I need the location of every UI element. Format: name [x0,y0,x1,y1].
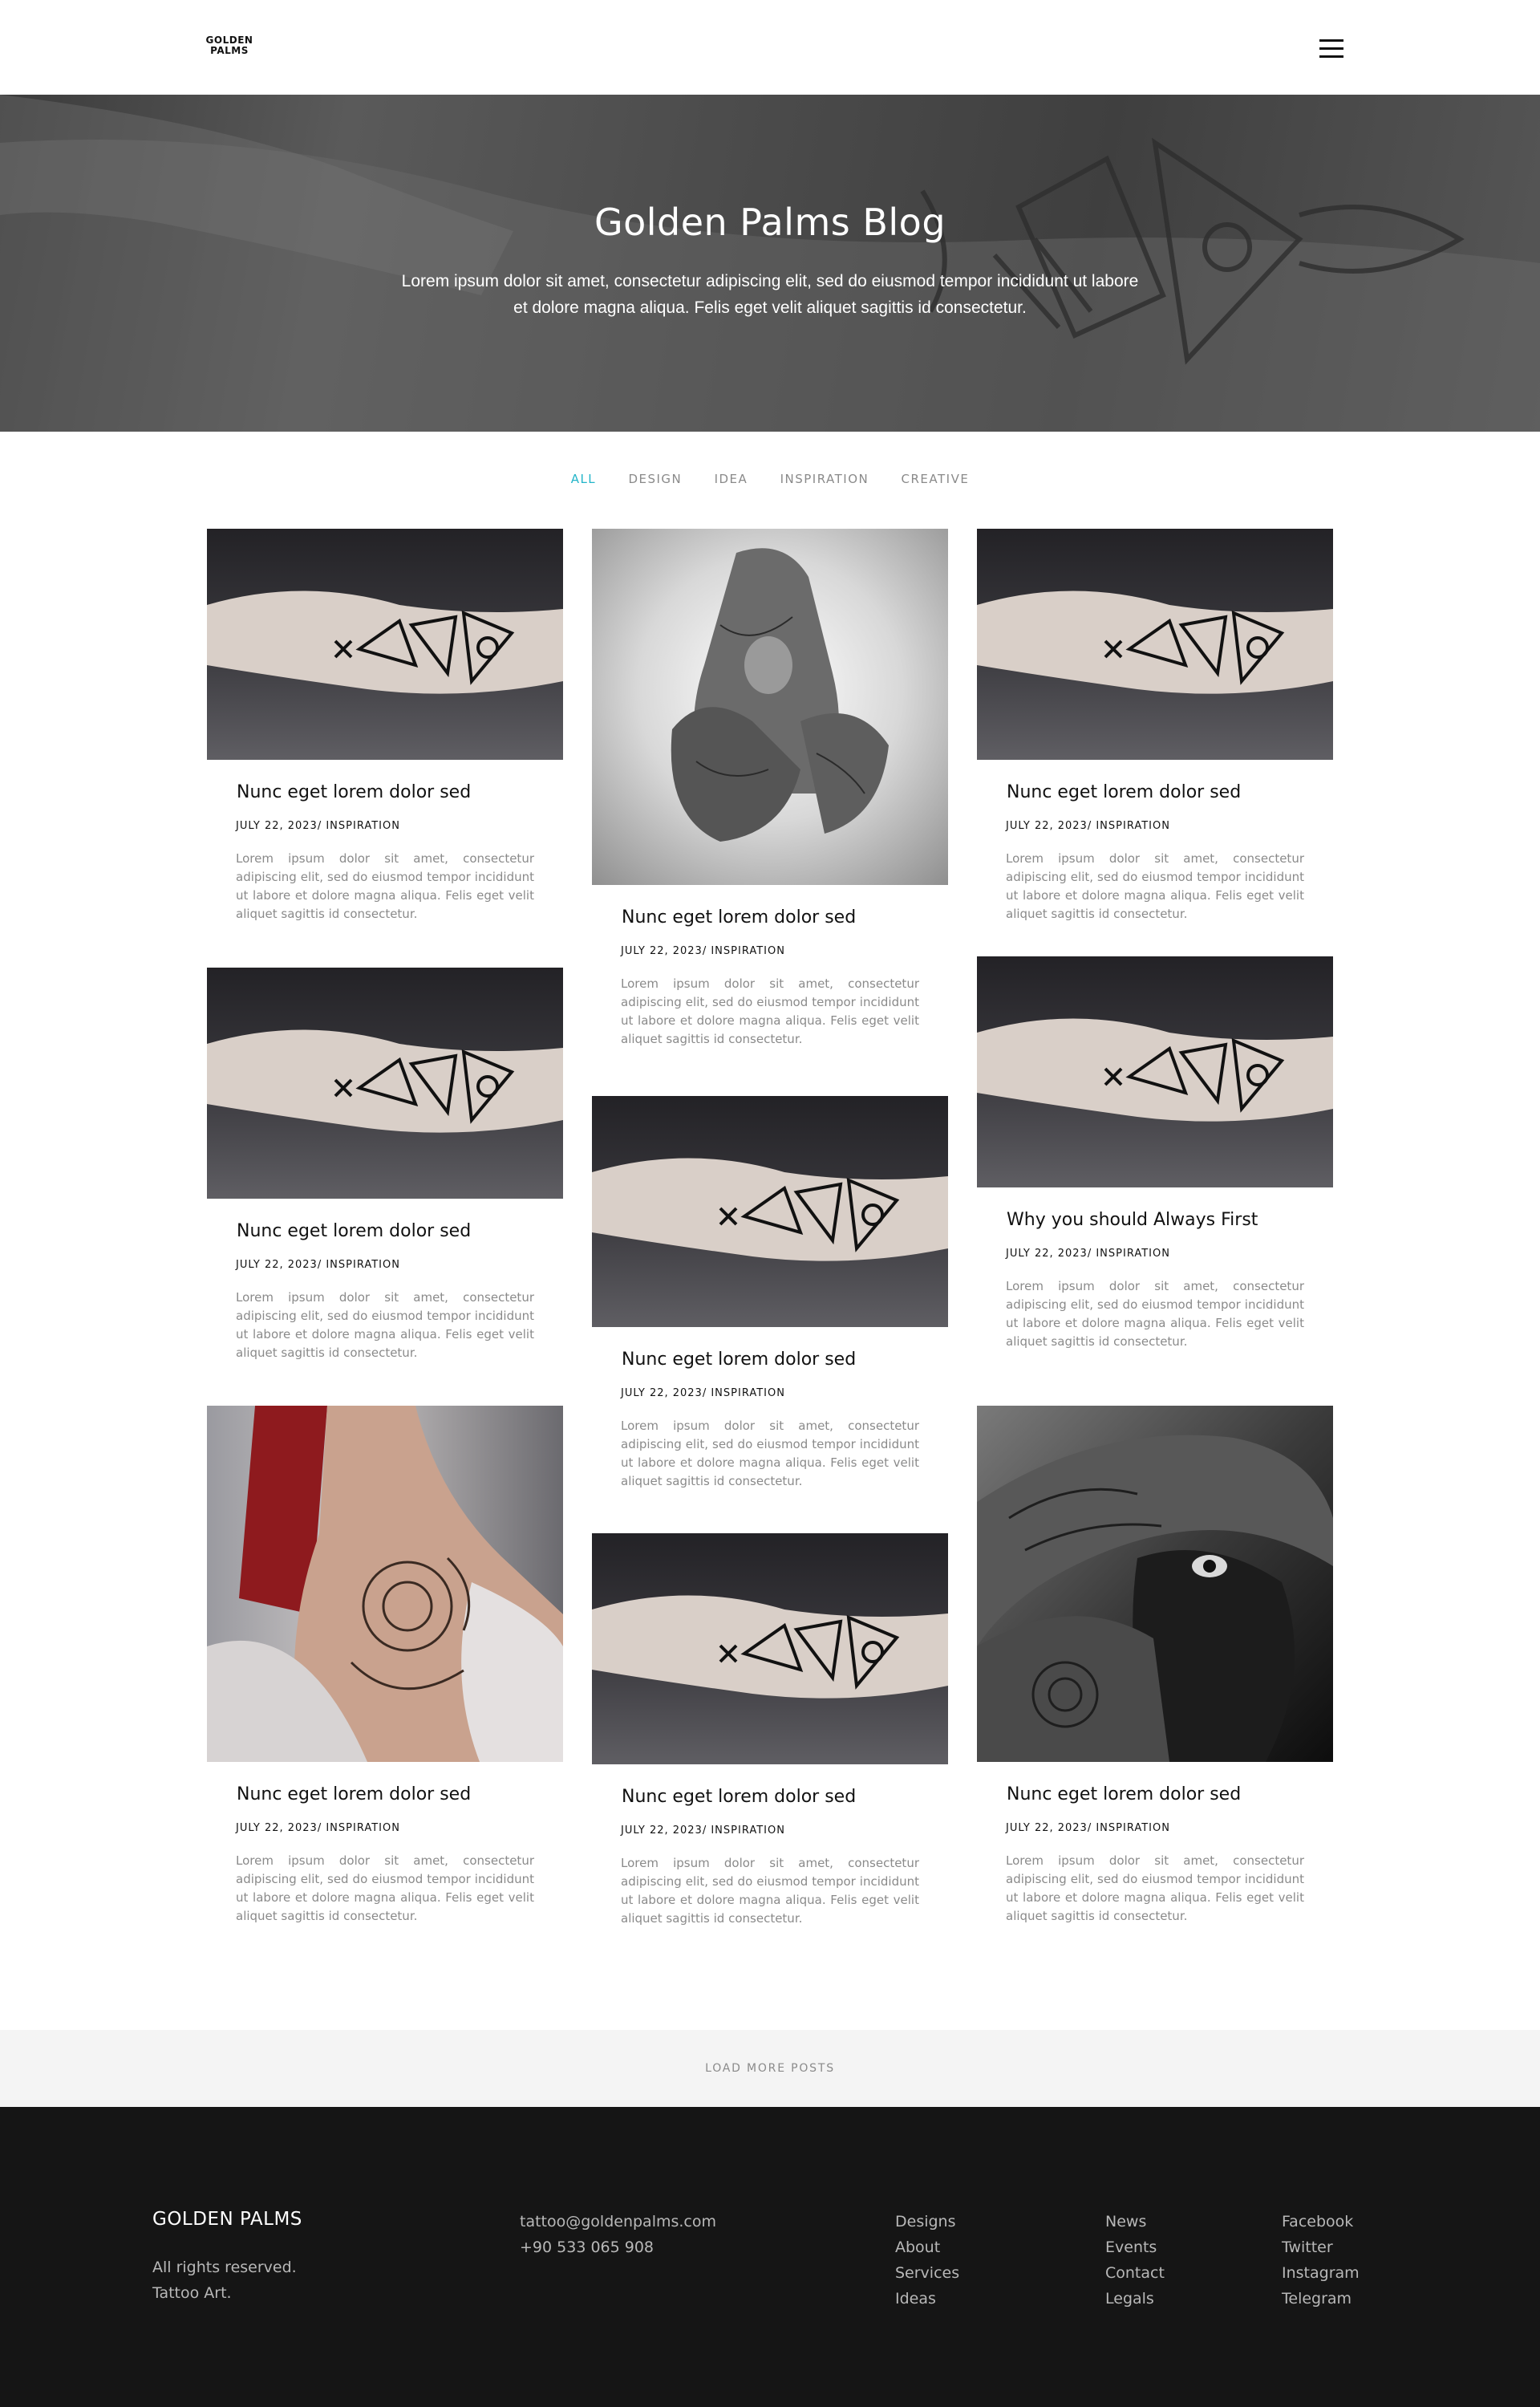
post-excerpt: Lorem ipsum dolor sit amet, consectetur … [1006,1853,1304,1923]
tattooed-man-portrait-image[interactable] [977,1406,1333,1762]
post-title[interactable]: Nunc eget lorem dolor sed [622,907,919,927]
blog-post-card[interactable]: Nunc eget lorem dolor sed JULY 22, 2023/… [207,968,563,1362]
post-meta: JULY 22, 2023/ INSPIRATION [1006,820,1170,832]
post-title[interactable]: Nunc eget lorem dolor sed [1007,1784,1304,1804]
post-excerpt: Lorem ipsum dolor sit amet, consectetur … [1006,851,1304,921]
hamburger-menu-icon[interactable] [1319,39,1343,59]
blog-post-card[interactable]: Nunc eget lorem dolor sed JULY 22, 2023/… [592,1096,948,1491]
post-excerpt: Lorem ipsum dolor sit amet, consectetur … [621,1419,919,1488]
footer-link-ideas[interactable]: Ideas [895,2286,959,2312]
post-meta: JULY 22, 2023/ INSPIRATION [236,1822,400,1834]
footer-links-col-3: Facebook Twitter Instagram Telegram [1282,2209,1360,2312]
footer-link-services[interactable]: Services [895,2260,959,2286]
footer-link-facebook[interactable]: Facebook [1282,2209,1360,2234]
footer-links-col-1: Designs About Services Ideas [895,2209,959,2312]
hero-subtitle: Lorem ipsum dolor sit amet, consectetur … [401,272,1139,317]
post-title[interactable]: Nunc eget lorem dolor sed [622,1787,919,1807]
site-header: GOLDEN PALMS [0,0,1540,95]
filter-tab-inspiration[interactable]: INSPIRATION [780,472,869,486]
post-meta: JULY 22, 2023/ INSPIRATION [621,1825,785,1837]
post-meta: JULY 22, 2023/ INSPIRATION [236,1259,400,1271]
post-title[interactable]: Nunc eget lorem dolor sed [237,1221,534,1241]
post-excerpt: Lorem ipsum dolor sit amet, consectetur … [621,976,919,1046]
footer-phone-link[interactable]: +90 533 065 908 [520,2234,716,2260]
tattooed-arms-portrait-image[interactable] [592,529,948,885]
post-title[interactable]: Nunc eget lorem dolor sed [1007,782,1304,802]
filter-tab-design[interactable]: DESIGN [628,472,682,486]
footer-contact: tattoo@goldenpalms.com +90 533 065 908 [520,2209,716,2260]
post-excerpt: Lorem ipsum dolor sit amet, consectetur … [236,1290,534,1360]
footer-rights-line-2: Tattoo Art. [152,2284,232,2302]
footer-link-designs[interactable]: Designs [895,2209,959,2234]
blog-post-card[interactable]: Why you should Always First JULY 22, 202… [977,956,1333,1351]
post-meta: JULY 22, 2023/ INSPIRATION [236,820,400,832]
footer-link-telegram[interactable]: Telegram [1282,2286,1360,2312]
footer-link-about[interactable]: About [895,2234,959,2260]
forearm-tattoo-image[interactable] [207,968,563,1199]
footer-link-news[interactable]: News [1105,2209,1165,2234]
post-meta: JULY 22, 2023/ INSPIRATION [1006,1248,1170,1260]
footer-links-col-2: News Events Contact Legals [1105,2209,1165,2312]
forearm-tattoo-image[interactable] [207,529,563,760]
filter-tab-all[interactable]: ALL [571,472,596,486]
blog-post-card[interactable]: Nunc eget lorem dolor sed JULY 22, 2023/… [592,529,948,1049]
load-more-button[interactable]: LOAD MORE POSTS [705,2062,835,2075]
footer-rights: All rights reserved. Tattoo Art. [152,2255,297,2306]
forearm-tattoo-image[interactable] [592,1096,948,1327]
post-title[interactable]: Why you should Always First [1007,1210,1304,1230]
post-excerpt: Lorem ipsum dolor sit amet, consectetur … [236,1853,534,1923]
forearm-tattoo-image[interactable] [592,1533,948,1764]
blog-post-card[interactable]: Nunc eget lorem dolor sed JULY 22, 2023/… [592,1533,948,1928]
footer-rights-line-1: All rights reserved. [152,2259,297,2276]
post-excerpt: Lorem ipsum dolor sit amet, consectetur … [621,1856,919,1926]
shoulder-rose-tattoo-image[interactable] [207,1406,563,1762]
post-meta: JULY 22, 2023/ INSPIRATION [1006,1822,1170,1834]
site-footer: GOLDEN PALMS All rights reserved. Tattoo… [0,2107,1540,2407]
category-filter-tabs: ALL DESIGN IDEA INSPIRATION CREATIVE [0,472,1540,486]
post-meta: JULY 22, 2023/ INSPIRATION [621,945,785,957]
blog-post-card[interactable]: Nunc eget lorem dolor sed JULY 22, 2023/… [977,1406,1333,1926]
post-title[interactable]: Nunc eget lorem dolor sed [237,1784,534,1804]
post-title[interactable]: Nunc eget lorem dolor sed [622,1350,919,1370]
filter-tab-idea[interactable]: IDEA [715,472,748,486]
load-more-bar: LOAD MORE POSTS [0,2030,1540,2107]
site-logo[interactable]: GOLDEN PALMS [204,35,255,56]
forearm-tattoo-image[interactable] [977,956,1333,1187]
footer-brand: GOLDEN PALMS [152,2209,302,2230]
page-title: Golden Palms Blog [594,201,946,244]
footer-link-twitter[interactable]: Twitter [1282,2234,1360,2260]
post-excerpt: Lorem ipsum dolor sit amet, consectetur … [236,851,534,921]
footer-link-instagram[interactable]: Instagram [1282,2260,1360,2286]
blog-post-card[interactable]: Nunc eget lorem dolor sed JULY 22, 2023/… [977,529,1333,923]
footer-link-legals[interactable]: Legals [1105,2286,1165,2312]
footer-link-contact[interactable]: Contact [1105,2260,1165,2286]
logo-line-2: PALMS [210,45,249,56]
footer-email-link[interactable]: tattoo@goldenpalms.com [520,2209,716,2234]
hero-banner: Golden Palms Blog Lorem ipsum dolor sit … [0,95,1540,432]
hero-tattoo-arm-image [0,95,1540,432]
forearm-tattoo-image[interactable] [977,529,1333,760]
post-title[interactable]: Nunc eget lorem dolor sed [237,782,534,802]
blog-post-card[interactable]: Nunc eget lorem dolor sed JULY 22, 2023/… [207,1406,563,1926]
post-meta: JULY 22, 2023/ INSPIRATION [621,1387,785,1399]
filter-tab-creative[interactable]: CREATIVE [902,472,970,486]
post-excerpt: Lorem ipsum dolor sit amet, consectetur … [1006,1279,1304,1349]
blog-post-card[interactable]: Nunc eget lorem dolor sed JULY 22, 2023/… [207,529,563,923]
footer-link-events[interactable]: Events [1105,2234,1165,2260]
